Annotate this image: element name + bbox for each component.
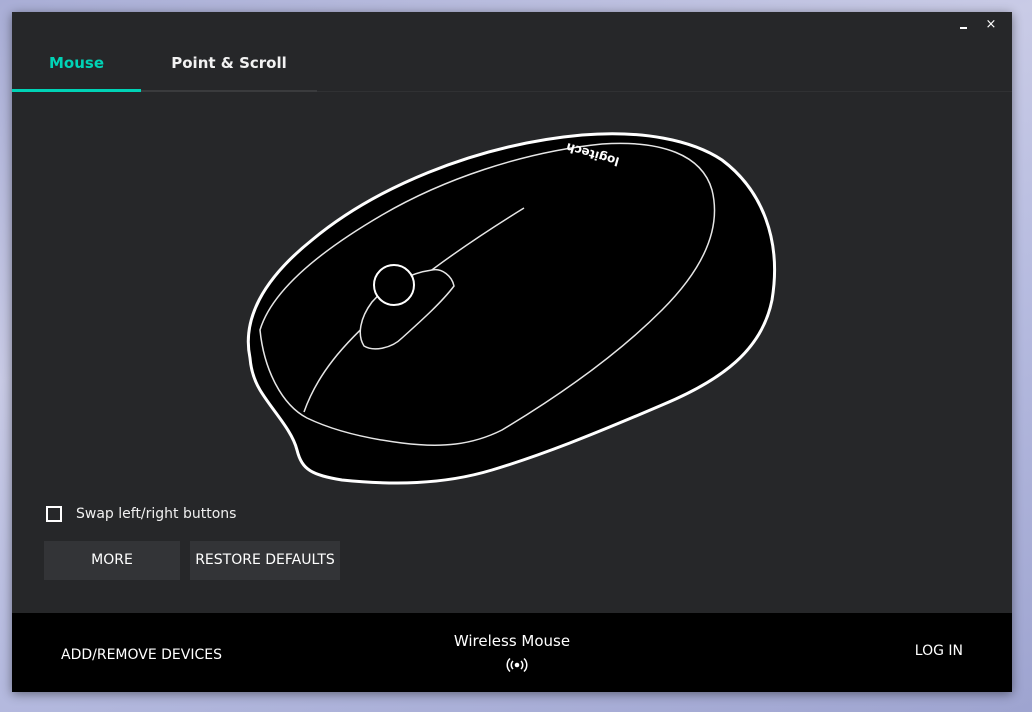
tab-mouse[interactable]: Mouse (12, 47, 141, 92)
swap-buttons-label: Swap left/right buttons (76, 506, 237, 522)
app-window: × Mouse Point & Scroll logitech Swap lef… (12, 12, 1012, 692)
swap-buttons-option[interactable]: Swap left/right buttons (46, 506, 236, 522)
close-button[interactable]: × (984, 16, 998, 34)
close-icon: × (985, 17, 997, 32)
scroll-wheel (373, 264, 415, 306)
login-button[interactable]: LOG IN (915, 643, 963, 659)
tab-bar: Mouse Point & Scroll (12, 47, 317, 92)
restore-defaults-label: RESTORE DEFAULTS (195, 552, 335, 568)
window-controls: × (956, 16, 998, 34)
restore-defaults-button[interactable]: RESTORE DEFAULTS (190, 541, 340, 580)
tab-point-scroll[interactable]: Point & Scroll (141, 47, 317, 92)
more-button-label: MORE (91, 552, 133, 568)
mouse-illustration: logitech (246, 132, 777, 485)
tab-point-scroll-label: Point & Scroll (171, 54, 287, 72)
wireless-signal-icon (506, 657, 528, 673)
mouse-body (246, 132, 777, 485)
minimize-icon (959, 27, 967, 29)
more-button[interactable]: MORE (44, 541, 180, 580)
device-name: Wireless Mouse (453, 632, 571, 650)
tab-mouse-label: Mouse (48, 54, 104, 72)
active-tab-indicator (12, 89, 141, 92)
footer-bar: ADD/REMOVE DEVICES Wireless Mouse LOG IN (12, 613, 1012, 692)
swap-buttons-checkbox[interactable] (46, 506, 62, 522)
minimize-button[interactable] (956, 16, 970, 34)
